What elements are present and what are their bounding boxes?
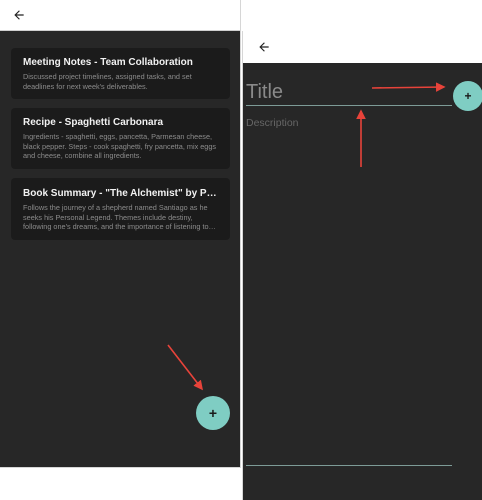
- note-card[interactable]: Recipe - Spaghetti Carbonara Ingredients…: [11, 108, 230, 169]
- plus-icon: +: [208, 405, 218, 421]
- plus-icon: +: [464, 89, 472, 103]
- add-note-button[interactable]: +: [196, 396, 230, 430]
- note-title: Meeting Notes - Team Collaboration: [23, 57, 193, 68]
- back-button[interactable]: [7, 3, 31, 27]
- note-title: Recipe - Spaghetti Carbonara: [23, 117, 164, 129]
- note-card[interactable]: Book Summary - "The Alchemist" by Paulo …: [11, 177, 230, 240]
- note-preview: Follows the journey of a shepherd named …: [23, 202, 209, 232]
- arrow-left-icon: [14, 10, 24, 20]
- note-card[interactable]: Meeting Notes - Team Collaboration Discu…: [11, 48, 230, 100]
- notes-list-screen: Meeting Notes - Team Collaboration Discu…: [0, 0, 241, 468]
- app-bar: [243, 31, 482, 63]
- save-note-button[interactable]: +: [453, 81, 482, 111]
- note-preview: Ingredients - spaghetti, eggs, pancetta,…: [23, 132, 217, 161]
- app-bar: [0, 0, 240, 31]
- note-title: Book Summary - "The Alchemist" by Paulo …: [23, 187, 218, 199]
- back-button[interactable]: [252, 35, 276, 59]
- description-input[interactable]: [246, 115, 452, 459]
- arrow-left-icon: [259, 42, 269, 52]
- note-list: Meeting Notes - Team Collaboration Discu…: [11, 48, 230, 249]
- note-editor-screen: +: [242, 31, 482, 500]
- title-input[interactable]: [246, 79, 452, 106]
- note-preview: Discussed project timelines, assigned ta…: [23, 72, 192, 91]
- description-underline: [246, 465, 452, 466]
